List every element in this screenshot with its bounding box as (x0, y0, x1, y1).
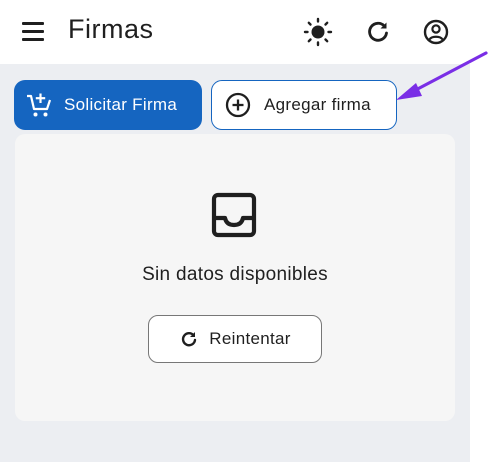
annotation-arrow-icon (396, 51, 488, 100)
page-title: Firmas (68, 14, 154, 44)
retry-label: Reintentar (209, 329, 291, 348)
menu-icon[interactable] (22, 22, 44, 42)
add-signature-label: Agregar firma (264, 95, 371, 114)
theme-toggle-sun-icon[interactable] (302, 16, 334, 48)
refresh-icon (182, 332, 197, 347)
account-circle-icon[interactable] (420, 16, 452, 48)
add-signature-button[interactable]: Agregar firma (211, 80, 397, 130)
request-signature-button[interactable]: Solicitar Firma (14, 80, 202, 130)
refresh-icon[interactable] (362, 16, 394, 48)
add-circle-icon (225, 92, 251, 118)
inbox-icon (211, 192, 257, 238)
cart-add-icon (27, 93, 52, 117)
content-edge (470, 64, 488, 462)
empty-state-message: Sin datos disponibles (142, 264, 328, 285)
request-signature-label: Solicitar Firma (64, 95, 178, 114)
retry-button[interactable]: Reintentar (148, 315, 322, 363)
